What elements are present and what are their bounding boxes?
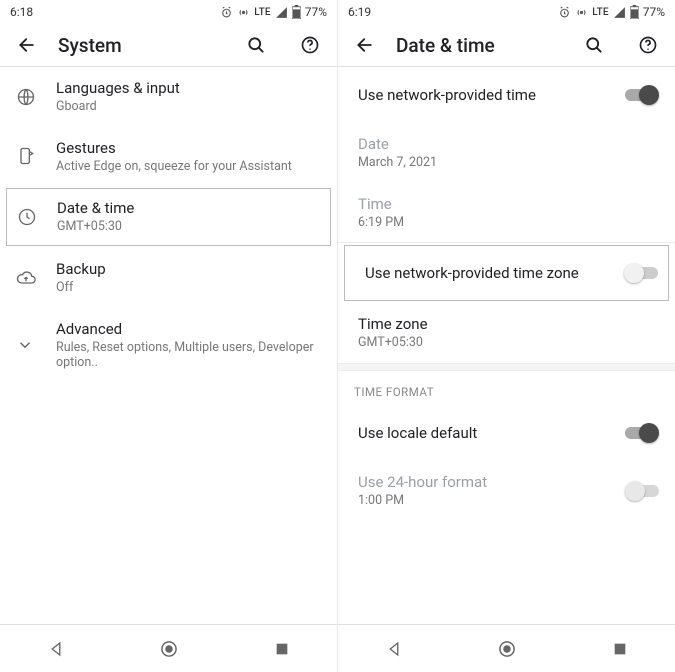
row-label: Date & time xyxy=(57,199,320,217)
battery-pct: 77% xyxy=(305,5,327,19)
status-right: LTE 77% xyxy=(220,5,327,19)
lte-label: LTE xyxy=(592,7,609,18)
toggle-locale-default[interactable] xyxy=(625,423,659,443)
section-gap xyxy=(338,363,675,371)
row-date: Date March 7, 2021 xyxy=(338,123,675,183)
gestures-icon xyxy=(16,146,56,166)
app-bar: Date & time xyxy=(338,24,675,66)
section-time-format: TIME FORMAT xyxy=(338,371,675,405)
back-icon[interactable] xyxy=(16,34,38,56)
status-bar: 6:19 LTE 77% xyxy=(338,0,675,24)
status-clock: 6:19 xyxy=(348,5,371,19)
toggle-network-time[interactable] xyxy=(625,85,659,105)
nav-bar xyxy=(338,624,675,672)
row-sub: GMT+05:30 xyxy=(57,219,320,235)
row-sub: Gboard xyxy=(56,99,321,115)
nav-recent-icon[interactable] xyxy=(612,641,628,657)
page-title: Date & time xyxy=(396,34,563,57)
row-sub: March 7, 2021 xyxy=(358,155,659,171)
row-24-hour: Use 24-hour format 1:00 PM xyxy=(338,461,675,521)
row-label: Backup xyxy=(56,260,321,278)
row-network-time[interactable]: Use network-provided time xyxy=(338,67,675,123)
battery-icon xyxy=(292,5,301,19)
screen-date-time: 6:19 LTE 77% Date & time Use network-pro… xyxy=(338,0,675,672)
screen-system: 6:18 LTE 77% System Languages & input Gb… xyxy=(0,0,337,672)
clock-icon xyxy=(17,207,57,227)
signal-icon xyxy=(275,6,288,19)
row-label: Use locale default xyxy=(358,424,625,442)
divider xyxy=(338,242,675,243)
row-sub: 6:19 PM xyxy=(358,215,659,231)
spacer xyxy=(0,383,337,624)
search-icon[interactable] xyxy=(245,34,267,56)
back-icon[interactable] xyxy=(354,34,376,56)
help-icon[interactable] xyxy=(299,34,321,56)
status-clock: 6:18 xyxy=(10,5,33,19)
status-bar: 6:18 LTE 77% xyxy=(0,0,337,24)
row-advanced[interactable]: Advanced Rules, Reset options, Multiple … xyxy=(0,308,337,383)
nav-back-icon[interactable] xyxy=(385,640,403,658)
globe-icon xyxy=(16,87,56,107)
toggle-24-hour xyxy=(625,481,659,501)
status-right: LTE 77% xyxy=(558,5,665,19)
app-bar: System xyxy=(0,24,337,66)
hotspot-icon xyxy=(575,6,588,19)
row-timezone[interactable]: Time zone GMT+05:30 xyxy=(338,303,675,363)
row-languages-input[interactable]: Languages & input Gboard xyxy=(0,67,337,127)
row-backup[interactable]: Backup Off xyxy=(0,248,337,308)
alarm-icon xyxy=(220,6,233,19)
page-title: System xyxy=(58,34,225,57)
spacer xyxy=(338,521,675,625)
row-label: Date xyxy=(358,135,659,153)
row-label: Advanced xyxy=(56,320,321,338)
battery-icon xyxy=(630,5,639,19)
row-sub: Rules, Reset options, Multiple users, De… xyxy=(56,340,321,371)
help-icon[interactable] xyxy=(637,34,659,56)
row-label: Use network-provided time zone xyxy=(365,264,624,282)
cloud-upload-icon xyxy=(16,268,56,288)
row-label: Use 24-hour format xyxy=(358,473,625,491)
nav-back-icon[interactable] xyxy=(47,640,65,658)
chevron-down-icon xyxy=(16,336,56,354)
row-gestures[interactable]: Gestures Active Edge on, squeeze for you… xyxy=(0,127,337,187)
lte-label: LTE xyxy=(254,7,271,18)
row-time: Time 6:19 PM xyxy=(338,183,675,243)
signal-icon xyxy=(613,6,626,19)
toggle-network-timezone[interactable] xyxy=(624,263,658,283)
nav-home-icon[interactable] xyxy=(497,639,517,659)
row-label: Use network-provided time xyxy=(358,86,625,104)
hotspot-icon xyxy=(237,6,250,19)
row-sub: 1:00 PM xyxy=(358,493,625,509)
battery-pct: 77% xyxy=(643,5,665,19)
row-network-timezone[interactable]: Use network-provided time zone xyxy=(344,245,669,301)
row-date-time[interactable]: Date & time GMT+05:30 xyxy=(6,188,331,246)
row-label: Time zone xyxy=(358,315,659,333)
alarm-icon xyxy=(558,6,571,19)
row-sub: GMT+05:30 xyxy=(358,335,659,351)
row-sub: Active Edge on, squeeze for your Assista… xyxy=(56,159,321,175)
nav-home-icon[interactable] xyxy=(159,639,179,659)
row-label: Languages & input xyxy=(56,79,321,97)
row-use-locale-default[interactable]: Use locale default xyxy=(338,405,675,461)
nav-recent-icon[interactable] xyxy=(274,641,290,657)
row-label: Gestures xyxy=(56,139,321,157)
row-label: Time xyxy=(358,195,659,213)
search-icon[interactable] xyxy=(583,34,605,56)
row-sub: Off xyxy=(56,280,321,296)
nav-bar xyxy=(0,624,337,672)
